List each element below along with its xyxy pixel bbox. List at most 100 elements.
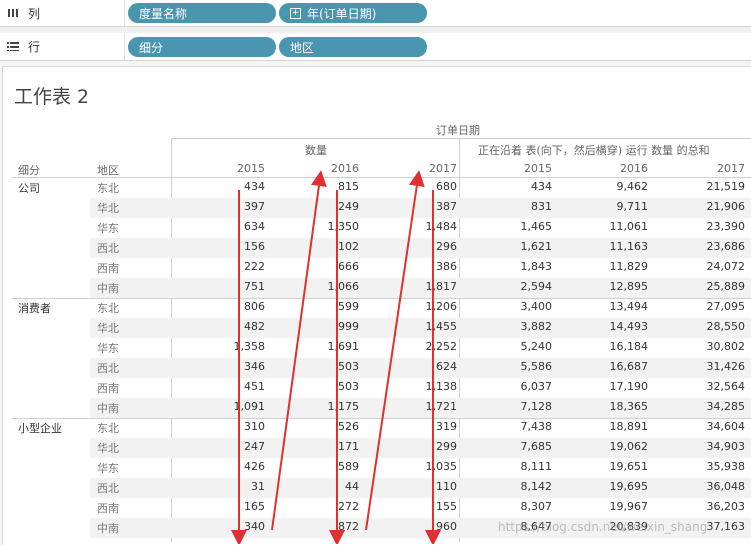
header-order-date: 订单日期 <box>436 124 480 137</box>
qty-cell: 299 <box>436 440 457 453</box>
qty-cell: 815 <box>338 180 359 193</box>
running-total-cell: 21,519 <box>706 180 746 193</box>
running-total-cell: 30,802 <box>706 340 746 353</box>
running-total-cell: 36,203 <box>706 500 746 513</box>
running-total-cell: 11,829 <box>609 260 649 273</box>
rows-icon <box>6 40 20 54</box>
region-label: 中南 <box>97 282 119 295</box>
running-total-cell: 19,695 <box>609 480 649 493</box>
qty-cell: 503 <box>338 380 359 393</box>
region-label: 东北 <box>97 422 119 435</box>
qty-cell: 249 <box>338 200 359 213</box>
running-total-cell: 27,095 <box>706 300 746 313</box>
rows-shelf-label: 行 <box>6 33 125 60</box>
qty-cell: 1,350 <box>327 220 360 233</box>
running-total-cell: 14,493 <box>609 320 649 333</box>
running-total-cell: 3,882 <box>520 320 553 333</box>
qty-cell: 589 <box>338 460 359 473</box>
running-total-cell: 18,365 <box>609 400 649 413</box>
running-total-cell: 8,142 <box>520 480 553 493</box>
running-total-cell: 25,889 <box>706 280 746 293</box>
qty-cell: 310 <box>244 420 265 433</box>
segment-label: 公司 <box>18 182 40 195</box>
region-label: 西南 <box>97 382 119 395</box>
region-label: 华东 <box>97 462 119 475</box>
pill-segment[interactable]: 细分 <box>128 37 276 57</box>
running-total-cell: 16,184 <box>609 340 649 353</box>
qty-cell: 624 <box>436 360 457 373</box>
qty-cell: 31 <box>251 480 265 493</box>
segment-divider <box>12 298 751 299</box>
running-total-cell: 1,843 <box>520 260 553 273</box>
qty-cell: 44 <box>345 480 359 493</box>
rows-label-text: 行 <box>28 40 41 54</box>
row-header-segment: 细分 <box>18 164 40 177</box>
pill-text: 细分 <box>139 40 164 55</box>
running-total-cell: 8,307 <box>520 500 553 513</box>
running-total-cell: 19,967 <box>609 500 649 513</box>
region-label: 华东 <box>97 342 119 355</box>
qty-cell: 1,455 <box>425 320 458 333</box>
qty-cell: 386 <box>436 260 457 273</box>
qty-cell: 272 <box>338 500 359 513</box>
year-header: 2015 <box>237 162 265 175</box>
running-total-cell: 13,494 <box>609 300 649 313</box>
running-total-cell: 24,072 <box>706 260 746 273</box>
pill-region[interactable]: 地区 <box>279 37 427 57</box>
running-total-cell: 34,604 <box>706 420 746 433</box>
qty-cell: 171 <box>338 440 359 453</box>
running-total-cell: 16,687 <box>609 360 649 373</box>
running-total-cell: 5,240 <box>520 340 553 353</box>
qty-cell: 155 <box>436 500 457 513</box>
columns-shelf[interactable]: 列 度量名称 + 年(订单日期) <box>0 0 751 27</box>
running-total-cell: 1,465 <box>520 220 553 233</box>
qty-cell: 319 <box>436 420 457 433</box>
rows-shelf[interactable]: 行 细分 地区 <box>0 33 751 61</box>
region-label: 中南 <box>97 522 119 535</box>
year-header: 2016 <box>331 162 359 175</box>
segment-divider <box>12 418 751 419</box>
qty-cell: 340 <box>244 520 265 533</box>
year-header: 2016 <box>620 162 648 175</box>
qty-cell: 397 <box>244 200 265 213</box>
running-total-cell: 19,062 <box>609 440 649 453</box>
qty-cell: 806 <box>244 300 265 313</box>
pill-year-order-date[interactable]: + 年(订单日期) <box>279 3 427 23</box>
running-total-cell: 9,711 <box>616 200 649 213</box>
qty-cell: 156 <box>244 240 265 253</box>
header-rule <box>12 177 751 178</box>
watermark: https://blog.csdn.net/weixin_shang <box>498 520 708 534</box>
qty-cell: 434 <box>244 180 265 193</box>
running-total-cell: 7,685 <box>520 440 553 453</box>
region-label: 东北 <box>97 182 119 195</box>
qty-cell: 999 <box>338 320 359 333</box>
pill-measure-names[interactable]: 度量名称 <box>128 3 276 23</box>
running-total-cell: 8,111 <box>520 460 553 473</box>
qty-cell: 165 <box>244 500 265 513</box>
running-total-cell: 11,163 <box>609 240 649 253</box>
qty-cell: 1,691 <box>327 340 360 353</box>
pill-text: 度量名称 <box>139 6 188 21</box>
region-label: 西北 <box>97 482 119 495</box>
qty-cell: 346 <box>244 360 265 373</box>
year-header: 2017 <box>717 162 745 175</box>
running-total-cell: 31,426 <box>706 360 746 373</box>
segment-label: 消费者 <box>18 302 51 315</box>
qty-cell: 1,035 <box>425 460 458 473</box>
qty-cell: 872 <box>338 520 359 533</box>
qty-cell: 102 <box>338 240 359 253</box>
running-total-cell: 434 <box>531 180 552 193</box>
qty-cell: 751 <box>244 280 265 293</box>
qty-cell: 1,817 <box>425 280 458 293</box>
expand-plus-icon[interactable]: + <box>290 7 301 19</box>
running-total-cell: 1,621 <box>520 240 553 253</box>
header-measure-running: 正在沿着 表(向下，然后横穿) 运行 数量 的总和 <box>478 144 710 157</box>
year-header: 2017 <box>429 162 457 175</box>
pill-text: 地区 <box>290 40 315 55</box>
running-total-cell: 36,048 <box>706 480 746 493</box>
running-total-cell: 34,285 <box>706 400 746 413</box>
region-label: 东北 <box>97 302 119 315</box>
columns-label-text: 列 <box>28 6 41 21</box>
qty-cell: 666 <box>338 260 359 273</box>
qty-cell: 526 <box>338 420 359 433</box>
